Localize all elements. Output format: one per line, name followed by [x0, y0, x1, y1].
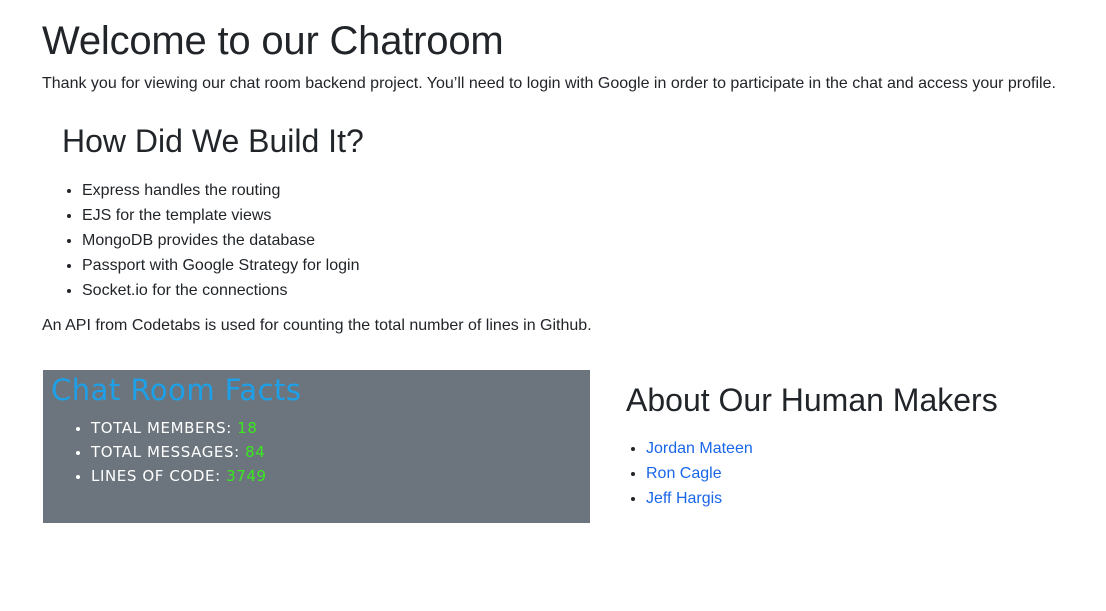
- intro-text: Thank you for viewing our chat room back…: [42, 75, 1056, 92]
- total-members-item: TOTAL MEMBERS: 18: [91, 416, 267, 440]
- lines-of-code-label: LINES OF CODE:: [91, 467, 221, 485]
- api-note: An API from Codetabs is used for countin…: [42, 317, 592, 334]
- makers-list: Jordan Mateen Ron Cagle Jeff Hargis: [606, 436, 753, 511]
- list-item: Passport with Google Strategy for login: [82, 253, 359, 278]
- page: Welcome to our Chatroom Thank you for vi…: [0, 0, 1106, 611]
- maker-link-jordan-mateen[interactable]: Jordan Mateen: [646, 440, 753, 457]
- total-members-label: TOTAL MEMBERS:: [91, 419, 232, 437]
- list-item: EJS for the template views: [82, 203, 359, 228]
- makers-heading: About Our Human Makers: [626, 382, 998, 418]
- list-item: MongoDB provides the database: [82, 228, 359, 253]
- lines-of-code-item: LINES OF CODE: 3749: [91, 464, 267, 488]
- build-list: Express handles the routing EJS for the …: [42, 178, 359, 303]
- total-members-count: 18: [237, 419, 258, 437]
- list-item: Socket.io for the connections: [82, 278, 359, 303]
- maker-item: Jeff Hargis: [646, 486, 753, 511]
- facts-heading: Chat Room Facts: [51, 373, 302, 407]
- build-heading: How Did We Build It?: [62, 123, 364, 159]
- maker-item: Ron Cagle: [646, 461, 753, 486]
- maker-link-ron-cagle[interactable]: Ron Cagle: [646, 465, 722, 482]
- list-item: Express handles the routing: [82, 178, 359, 203]
- lines-of-code-count: 3749: [226, 467, 267, 485]
- total-messages-item: TOTAL MESSAGES: 84: [91, 440, 267, 464]
- maker-link-jeff-hargis[interactable]: Jeff Hargis: [646, 490, 722, 507]
- chat-room-facts-panel: Chat Room Facts TOTAL MEMBERS: 18 TOTAL …: [43, 370, 590, 523]
- facts-list: TOTAL MEMBERS: 18 TOTAL MESSAGES: 84 LIN…: [51, 416, 267, 488]
- page-title: Welcome to our Chatroom: [42, 19, 504, 63]
- total-messages-label: TOTAL MESSAGES:: [91, 443, 240, 461]
- total-messages-count: 84: [245, 443, 266, 461]
- maker-item: Jordan Mateen: [646, 436, 753, 461]
